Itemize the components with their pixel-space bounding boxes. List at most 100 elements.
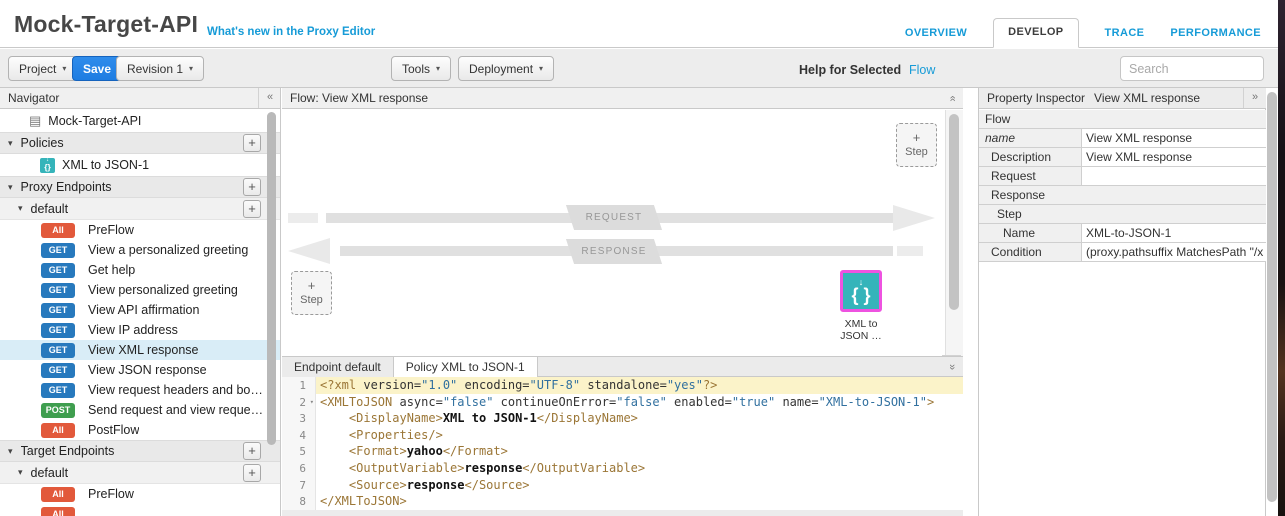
method-badge: GET	[41, 343, 75, 358]
nav-row-view-json-response[interactable]: GETView JSON response	[0, 360, 281, 380]
nav-row-view-request-headers-and-bo[interactable]: GETView request headers and bo…	[0, 380, 281, 400]
nav-row-target-endpoints[interactable]: ▾Target Endpoints+	[0, 440, 281, 462]
nav-row-label: View a personalized greeting	[88, 243, 248, 257]
tab-develop[interactable]: DEVELOP	[993, 18, 1078, 48]
response-chip-label: RESPONSE	[554, 246, 674, 257]
add-step-button-request[interactable]: + Step	[896, 123, 937, 167]
expand-panel-icon[interactable]: »	[1243, 88, 1266, 108]
collapse-panel-icon[interactable]: «	[258, 88, 281, 108]
inspector-property-value[interactable]: View XML response	[1082, 148, 1266, 166]
revision-dropdown[interactable]: Revision 1 ▾	[116, 56, 204, 81]
help-flow-link[interactable]: Flow	[909, 63, 935, 77]
code-text: <?xml version="1.0" encoding="UTF-8" sta…	[316, 377, 963, 394]
xml-to-json-policy-node[interactable]: ↓ { }	[840, 270, 882, 312]
inspector-section-label: Flow	[979, 112, 1010, 126]
desktop-background-edge	[1278, 0, 1285, 516]
inspector-property-value[interactable]: XML-to-JSON-1	[1082, 224, 1266, 242]
nav-row-view-xml-response[interactable]: GETView XML response	[0, 340, 281, 360]
method-badge: GET	[41, 303, 75, 318]
code-line[interactable]: 6 <OutputVariable>response</OutputVariab…	[282, 460, 963, 477]
nav-row-policies[interactable]: ▾Policies+	[0, 132, 281, 154]
editor-tab-policy-xml-to-json-1[interactable]: Policy XML to JSON-1	[394, 357, 538, 378]
bundle-icon: ▤	[29, 113, 41, 129]
add-button[interactable]: +	[243, 134, 261, 152]
flow-scrollbar-track[interactable]	[945, 110, 963, 356]
tab-performance[interactable]: PERFORMANCE	[1170, 20, 1261, 48]
nav-row-xml-to-json-1[interactable]: ↓{}XML to JSON-1	[0, 154, 281, 176]
nav-row-mock-target-api[interactable]: ▤Mock-Target-API	[0, 110, 281, 132]
flow-scrollbar-thumb[interactable]	[949, 114, 959, 310]
tools-dropdown[interactable]: Tools ▾	[391, 56, 451, 81]
nav-row-default[interactable]: ▾default+	[0, 198, 281, 220]
add-button[interactable]: +	[243, 178, 261, 196]
collapse-up-icon[interactable]: «	[942, 87, 962, 110]
project-dropdown-label: Project	[19, 62, 56, 76]
nav-row-postflow[interactable]: AllPostFlow	[0, 420, 281, 440]
whats-new-link[interactable]: What's new in the Proxy Editor	[207, 26, 375, 38]
tab-overview[interactable]: OVERVIEW	[905, 20, 967, 48]
code-line[interactable]: 3 <DisplayName>XML to JSON-1</DisplayNam…	[282, 410, 963, 427]
policy-node-label: XML to JSON …	[821, 318, 901, 342]
navigator-scrollbar[interactable]	[267, 112, 276, 445]
line-number: 1	[282, 378, 306, 395]
code-line[interactable]: 5 <Format>yahoo</Format>	[282, 443, 963, 460]
inspector-row-description: DescriptionView XML response	[979, 148, 1266, 167]
nav-row-view-api-affirmation[interactable]: GETView API affirmation	[0, 300, 281, 320]
revision-dropdown-label: Revision 1	[127, 62, 183, 76]
tab-trace[interactable]: TRACE	[1105, 20, 1145, 48]
code-token: "yes"	[667, 378, 703, 392]
window-scrollbar-thumb[interactable]	[1267, 92, 1277, 502]
inspector-property-label: Name	[979, 224, 1082, 242]
caret-down-icon: ▾	[189, 64, 193, 73]
project-dropdown[interactable]: Project ▾	[8, 56, 77, 81]
code-line[interactable]: 2▾<XMLToJSON async="false" continueOnErr…	[282, 394, 963, 411]
nav-row-view-ip-address[interactable]: GETView IP address	[0, 320, 281, 340]
search-input[interactable]	[1120, 56, 1264, 81]
code-area[interactable]: 1 <?xml version="1.0" encoding="UTF-8" st…	[282, 377, 963, 510]
nav-row-preflow[interactable]: AllPreFlow	[0, 220, 281, 240]
line-number: 2	[282, 395, 306, 412]
add-button[interactable]: +	[243, 464, 261, 482]
add-button[interactable]: +	[243, 442, 261, 460]
nav-row-label: Proxy Endpoints	[21, 180, 112, 194]
code-token: <XMLToJSON	[320, 395, 399, 409]
nav-row-proxy-endpoints[interactable]: ▾Proxy Endpoints+	[0, 176, 281, 198]
code-line[interactable]: 7 <Source>response</Source>	[282, 477, 963, 494]
inspector-property-value[interactable]: (proxy.pathsuffix MatchesPath "/x	[1082, 243, 1266, 261]
header-tabs: OVERVIEW DEVELOP TRACE PERFORMANCE	[905, 18, 1261, 48]
editor-tab-endpoint-default[interactable]: Endpoint default	[282, 357, 394, 377]
deployment-dropdown[interactable]: Deployment ▾	[458, 56, 554, 81]
code-line[interactable]: 1 <?xml version="1.0" encoding="UTF-8" st…	[282, 377, 963, 394]
collapse-down-icon[interactable]: »	[942, 355, 961, 378]
nav-row-get-help[interactable]: GETGet help	[0, 260, 281, 280]
nav-row-item[interactable]: All	[0, 504, 281, 516]
method-badge: All	[41, 507, 75, 516]
navigator-header: Navigator «	[0, 88, 281, 109]
plus-icon: +	[913, 132, 921, 144]
inspector-property-value[interactable]	[1082, 167, 1266, 185]
nav-row-view-a-personalized-greeting[interactable]: GETView a personalized greeting	[0, 240, 281, 260]
add-button[interactable]: +	[243, 200, 261, 218]
inspector-property-value[interactable]: View XML response	[1082, 129, 1266, 147]
code-token: <Format>	[320, 444, 407, 458]
code-line[interactable]: 8</XMLToJSON>	[282, 493, 963, 510]
code-text: <Source>response</Source>	[316, 477, 963, 494]
code-token: </OutputVariable>	[522, 461, 645, 475]
save-button[interactable]: Save	[72, 56, 122, 81]
triangle-down-icon: ▾	[18, 203, 23, 214]
nav-row-send-request-and-view-reque[interactable]: POSTSend request and view reque…	[0, 400, 281, 420]
nav-row-default[interactable]: ▾default+	[0, 462, 281, 484]
code-text: <OutputVariable>response</OutputVariable…	[316, 460, 963, 477]
line-gutter: 6	[282, 460, 316, 477]
method-badge: GET	[41, 263, 75, 278]
code-line[interactable]: 4 <Properties/>	[282, 427, 963, 444]
nav-row-preflow[interactable]: AllPreFlow	[0, 484, 281, 504]
code-token: "UTF-8"	[530, 378, 581, 392]
nav-row-view-personalized-greeting[interactable]: GETView personalized greeting	[0, 280, 281, 300]
code-token: <DisplayName>	[320, 411, 443, 425]
caret-down-icon: ▾	[539, 64, 543, 73]
deployment-dropdown-label: Deployment	[469, 62, 533, 76]
fold-arrow-icon[interactable]: ▾	[310, 394, 314, 411]
line-number: 8	[282, 494, 306, 511]
add-step-button-response[interactable]: + Step	[291, 271, 332, 315]
